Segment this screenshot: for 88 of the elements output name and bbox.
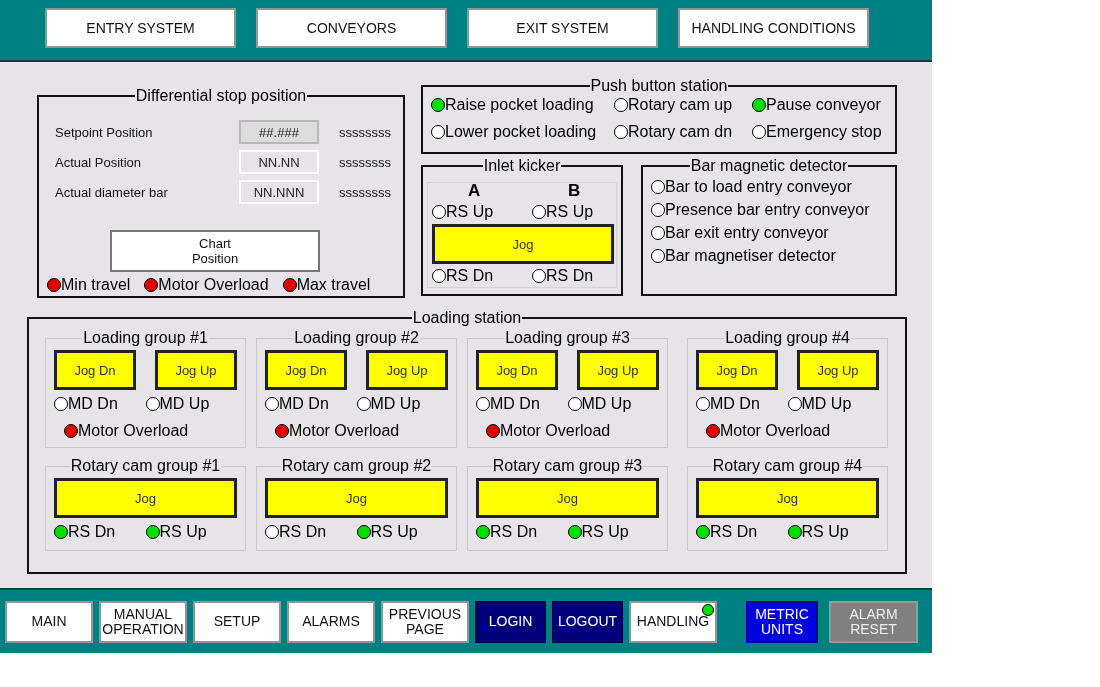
indicator-label: RS Up — [446, 203, 494, 221]
jog-button[interactable]: Jog — [476, 478, 659, 518]
indicator-label: MD Dn — [710, 395, 760, 413]
indicator-label: RS Up — [370, 523, 418, 541]
group-title: Loading group #2 — [293, 330, 420, 346]
jog-button[interactable]: Jog Dn — [54, 350, 136, 390]
panel-title: Bar magnetic detector — [689, 158, 849, 174]
panel-title: Push button station — [589, 78, 729, 94]
jog-button[interactable]: Jog — [432, 224, 614, 264]
indicator-label: RS Dn — [546, 267, 594, 285]
indicator-label: Emergency stop — [766, 123, 882, 141]
indicator-label: Rotary cam dn — [628, 123, 733, 141]
indicator-label: Motor Overload — [158, 276, 269, 294]
panel-title: Differential stop position — [134, 88, 308, 104]
indicator-label: MD Dn — [68, 395, 118, 413]
indicator-label: RS Up — [801, 523, 849, 541]
indicator-label: Rotary cam up — [628, 96, 733, 114]
indicator-label: Motor Overload — [78, 422, 189, 440]
jog-button[interactable]: Jog — [265, 478, 448, 518]
nav-button[interactable]: METRIC UNITS — [746, 600, 818, 643]
jog-button[interactable]: Jog — [696, 478, 879, 518]
nav-button[interactable]: MANUAL OPERATION — [99, 600, 187, 643]
field-label: Setpoint Position — [55, 124, 154, 140]
nav-button[interactable]: CONVEYORS — [256, 8, 447, 48]
nav-button[interactable]: SETUP — [193, 600, 281, 643]
indicator-label: RS Dn — [710, 523, 758, 541]
indicator-label: MD Dn — [279, 395, 329, 413]
group-title: Loading group #3 — [504, 330, 631, 346]
group-title: Loading group #4 — [724, 330, 851, 346]
jog-button[interactable]: Jog Up — [366, 350, 448, 390]
nav-button[interactable]: MAIN — [5, 600, 93, 643]
indicator-label: Raise pocket loading — [445, 96, 594, 114]
nav-button[interactable]: ENTRY SYSTEM — [45, 8, 236, 48]
indicator-label: RS Up — [159, 523, 207, 541]
indicator-label: MD Up — [370, 395, 421, 413]
indicator-label: Presence bar entry conveyor — [665, 201, 870, 219]
indicator-label: RS Dn — [68, 523, 116, 541]
setpoint-field[interactable]: ##.### — [239, 120, 319, 144]
indicator-label: MD Up — [801, 395, 852, 413]
indicator-label: Max travel — [296, 276, 371, 294]
indicator-label: MD Dn — [490, 395, 540, 413]
nav-button[interactable]: EXIT SYSTEM — [467, 8, 658, 48]
group-title: Rotary cam group #3 — [491, 458, 644, 474]
column-letter: A — [468, 183, 482, 199]
field-label: Actual Position — [55, 154, 142, 170]
nav-button[interactable]: PREVIOUS PAGE — [381, 600, 469, 643]
indicator-label: Bar to load entry conveyor — [665, 178, 852, 196]
chart-position-button[interactable]: Chart Position — [110, 230, 320, 272]
jog-button[interactable]: Jog Up — [577, 350, 659, 390]
group-title: Rotary cam group #4 — [711, 458, 864, 474]
indicator-label: RS Dn — [279, 523, 327, 541]
group-title: Rotary cam group #1 — [69, 458, 222, 474]
readout-field: NN.NN — [239, 150, 319, 174]
indicator-label: MD Up — [159, 395, 210, 413]
indicator-label: MD Up — [581, 395, 632, 413]
unit-label: ssssssss — [339, 154, 391, 170]
indicator-label: RS Dn — [446, 267, 494, 285]
indicator-label: Min travel — [61, 276, 131, 294]
jog-button[interactable]: Jog Up — [155, 350, 237, 390]
nav-button[interactable]: HANDLING — [629, 600, 717, 643]
nav-button[interactable]: HANDLING CONDITIONS — [678, 8, 869, 48]
jog-button[interactable]: Jog Dn — [476, 350, 558, 390]
unit-label: ssssssss — [339, 184, 391, 200]
jog-button[interactable]: Jog Dn — [265, 350, 347, 390]
readout-field: NN.NNN — [239, 180, 319, 204]
nav-button[interactable]: LOGOUT — [552, 600, 623, 643]
nav-button[interactable]: ALARMS — [287, 600, 375, 643]
indicator-label: Bar magnetiser detector — [665, 247, 836, 265]
group-title: Loading group #1 — [82, 330, 209, 346]
panel-title: Inlet kicker — [482, 158, 562, 174]
indicator-label: Motor Overload — [500, 422, 611, 440]
field-label: Actual diameter bar — [55, 184, 169, 200]
indicator-label: Motor Overload — [289, 422, 400, 440]
jog-button[interactable]: Jog Up — [797, 350, 879, 390]
indicator-label: Motor Overload — [720, 422, 831, 440]
group-title: Rotary cam group #2 — [280, 458, 433, 474]
indicator-label: RS Up — [581, 523, 629, 541]
panel-title: Loading station — [411, 310, 523, 326]
unit-label: ssssssss — [339, 124, 391, 140]
nav-button[interactable]: LOGIN — [475, 600, 546, 643]
jog-button[interactable]: Jog — [54, 478, 237, 518]
indicator-label: Lower pocket loading — [445, 123, 597, 141]
indicator-label: Pause conveyor — [766, 96, 881, 114]
indicator-label: Bar exit entry conveyor — [665, 224, 829, 242]
column-letter: B — [568, 183, 582, 199]
indicator-label: RS Dn — [490, 523, 538, 541]
jog-button[interactable]: Jog Dn — [696, 350, 778, 390]
indicator-label: RS Up — [546, 203, 594, 221]
